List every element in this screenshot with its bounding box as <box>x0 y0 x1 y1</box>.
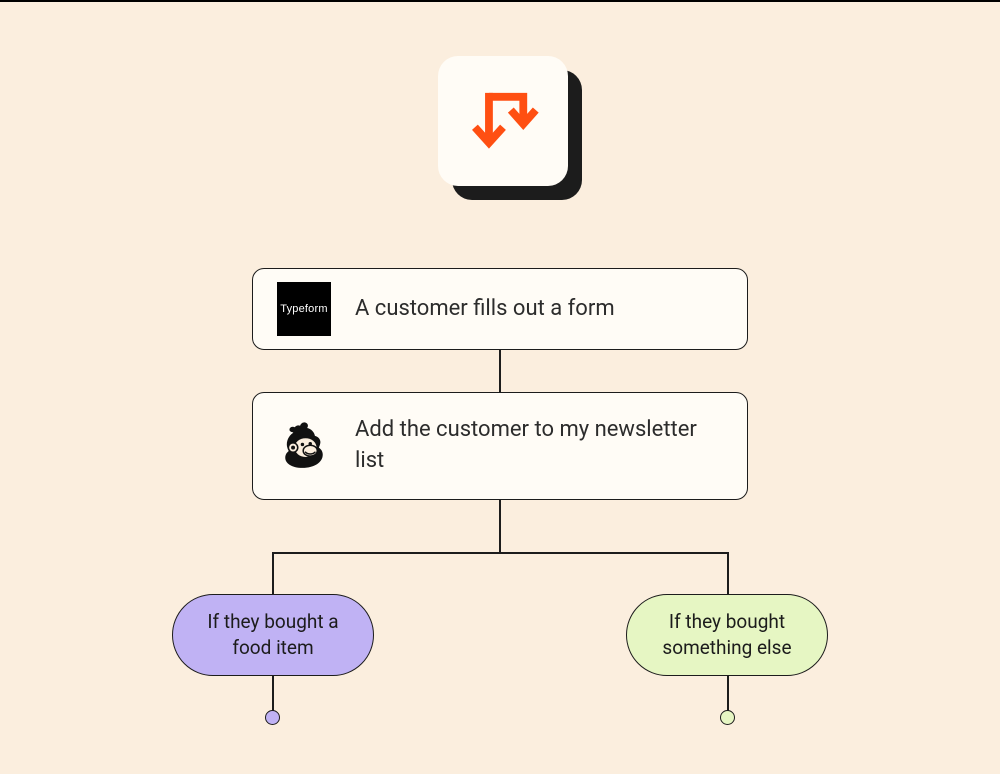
branch-arrows-icon <box>464 82 542 160</box>
step-mailchimp: Add the customer to my newsletter list <box>252 392 748 500</box>
branch-label: If they bought a food item <box>201 609 345 660</box>
endpoint-dot <box>720 710 735 725</box>
step-typeform: Typeform A customer fills out a form <box>252 268 748 350</box>
flow-diagram: Typeform A customer fills out a form <box>0 2 1000 774</box>
endpoint-dot <box>265 710 280 725</box>
branch-condition-left: If they bought a food item <box>172 594 374 676</box>
connector <box>272 676 274 711</box>
typeform-icon: Typeform <box>277 282 331 336</box>
connector <box>499 500 501 552</box>
branch-label: If they bought something else <box>655 609 799 660</box>
connector <box>499 350 501 392</box>
step-text: A customer fills out a form <box>355 294 615 325</box>
icon-card <box>438 56 568 186</box>
branch-condition-right: If they bought something else <box>626 594 828 676</box>
connector <box>727 552 729 594</box>
connector <box>272 552 728 554</box>
step-text: Add the customer to my newsletter list <box>355 415 723 477</box>
connector <box>272 552 274 594</box>
typeform-label: Typeform <box>280 303 327 315</box>
connector <box>727 676 729 711</box>
mailchimp-icon <box>277 419 331 473</box>
